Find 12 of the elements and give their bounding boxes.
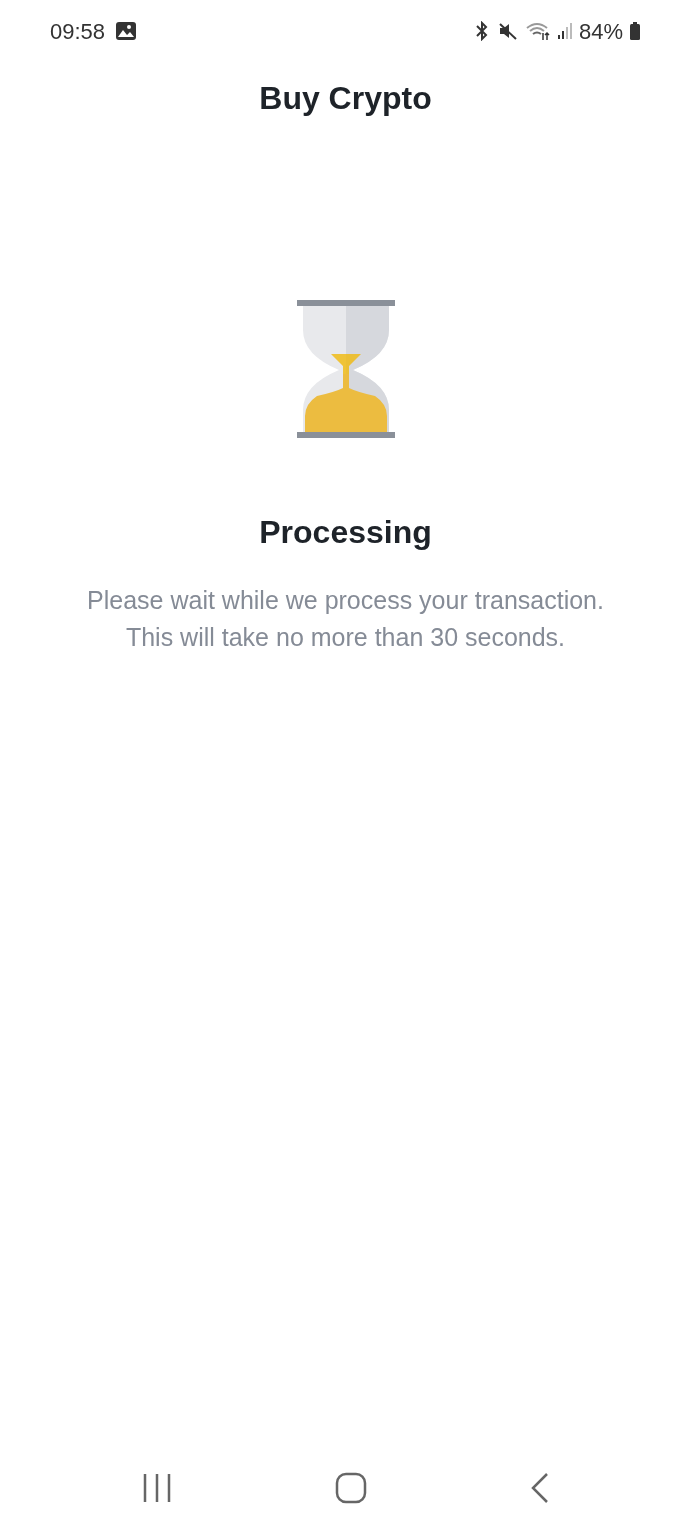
status-message: Please wait while we process your transaction. This will take no more than 30 seconds. (86, 585, 605, 653)
status-time: 09:58 (50, 17, 106, 46)
battery-percent: 84% (578, 17, 623, 46)
battery-icon (629, 21, 641, 41)
hourglass-icon (296, 300, 395, 440)
page-title: Buy Crypto (259, 79, 432, 118)
signal-icon (556, 21, 573, 41)
home-icon[interactable] (335, 1472, 368, 1504)
gallery-icon (115, 21, 138, 41)
status-title: Processing (259, 513, 432, 552)
wifi-icon (524, 21, 551, 41)
back-icon[interactable] (529, 1472, 550, 1504)
